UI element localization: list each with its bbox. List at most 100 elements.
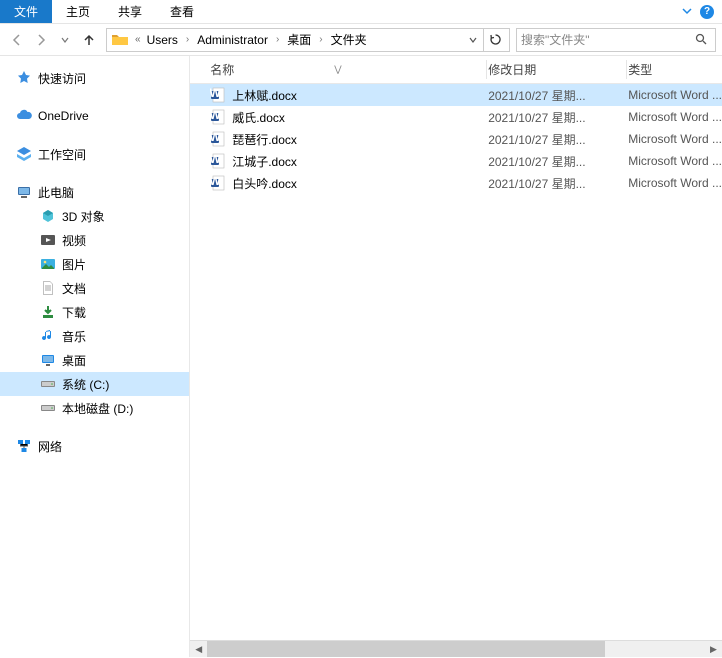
file-row[interactable]: W琵琶行.docx2021/10/27 星期...Microsoft Word … xyxy=(190,128,722,150)
tree-label: 系统 (C:) xyxy=(62,376,109,393)
file-name: 白头吟.docx xyxy=(232,175,488,192)
breadcrumb-segment[interactable]: 桌面 xyxy=(285,31,313,48)
tree-videos[interactable]: 视频 xyxy=(0,228,189,252)
cloud-icon xyxy=(16,108,32,124)
tree-label: 本地磁盘 (D:) xyxy=(62,400,133,417)
back-button[interactable] xyxy=(6,29,28,51)
breadcrumb-segment[interactable]: 文件夹 xyxy=(329,31,369,48)
file-name: 威氏.docx xyxy=(232,109,488,126)
file-list[interactable]: W上林赋.docx2021/10/27 星期...Microsoft Word … xyxy=(190,84,722,657)
svg-text:W: W xyxy=(210,87,221,100)
tree-label: 图片 xyxy=(62,256,86,273)
breadcrumb-segment[interactable]: Administrator xyxy=(195,33,270,47)
word-document-icon: W xyxy=(210,131,226,147)
file-date: 2021/10/27 星期... xyxy=(488,175,628,192)
file-date: 2021/10/27 星期... xyxy=(488,131,628,148)
tree-label: 文档 xyxy=(62,280,86,297)
column-date-header[interactable]: 修改日期 xyxy=(488,61,628,78)
file-row[interactable]: W 威氏.docx2021/10/27 星期...Microsoft Word .… xyxy=(190,106,722,128)
file-row[interactable]: W 上林赋.docx2021/10/27 星期...Microsoft Word … xyxy=(190,84,722,106)
tree-documents[interactable]: 文档 xyxy=(0,276,189,300)
file-date: 2021/10/27 星期... xyxy=(488,109,628,126)
address-dropdown-icon[interactable] xyxy=(465,33,481,47)
tree-workspace[interactable]: 工作空间 xyxy=(0,142,189,166)
file-type: Microsoft Word ... xyxy=(628,110,722,124)
file-name: 琵琶行.docx xyxy=(232,131,488,148)
breadcrumb-root-icon[interactable]: « xyxy=(131,34,145,45)
tree-this-pc[interactable]: 此电脑 xyxy=(0,180,189,204)
tree-label: 3D 对象 xyxy=(62,208,105,225)
horizontal-scrollbar[interactable]: ◀ ▶ xyxy=(190,640,722,657)
drive-icon xyxy=(40,400,56,416)
folder-icon xyxy=(111,31,129,49)
recent-locations-button[interactable] xyxy=(54,29,76,51)
file-name: 江城子.docx xyxy=(232,153,488,170)
word-document-icon: W xyxy=(210,175,226,191)
menu-share[interactable]: 共享 xyxy=(104,0,156,23)
tree-3d-objects[interactable]: 3D 对象 xyxy=(0,204,189,228)
navigation-toolbar: « Users › Administrator › 桌面 › 文件夹 xyxy=(0,24,722,56)
explorer-body: 快速访问 OneDrive 工作空间 此电脑 3D 对象 视频 图片 xyxy=(0,56,722,657)
ribbon-expand-icon[interactable] xyxy=(682,5,692,19)
svg-text:W: W xyxy=(210,109,221,122)
breadcrumb-separator-icon[interactable]: › xyxy=(180,34,195,45)
breadcrumb-segment[interactable]: Users xyxy=(145,33,180,47)
scroll-right-button[interactable]: ▶ xyxy=(705,641,722,658)
star-icon xyxy=(16,70,32,86)
tree-music[interactable]: 音乐 xyxy=(0,324,189,348)
search-input[interactable] xyxy=(521,33,691,47)
address-bar[interactable]: « Users › Administrator › 桌面 › 文件夹 xyxy=(106,28,510,52)
tree-label: OneDrive xyxy=(38,109,89,123)
search-box[interactable] xyxy=(516,28,716,52)
tree-label: 快速访问 xyxy=(38,70,86,87)
tree-label: 网络 xyxy=(38,438,62,455)
forward-button[interactable] xyxy=(30,29,52,51)
workspace-icon xyxy=(16,146,32,162)
menu-file[interactable]: 文件 xyxy=(0,0,52,23)
column-divider[interactable] xyxy=(486,60,487,79)
tree-pictures[interactable]: 图片 xyxy=(0,252,189,276)
tree-label: 此电脑 xyxy=(38,184,74,201)
tree-label: 下载 xyxy=(62,304,86,321)
tree-label: 桌面 xyxy=(62,352,86,369)
column-name-header[interactable]: 名称 ⋁ xyxy=(210,61,488,78)
tree-quick-access[interactable]: 快速访问 xyxy=(0,66,189,90)
cube-icon xyxy=(40,208,56,224)
menu-view[interactable]: 查看 xyxy=(156,0,208,23)
column-name-label: 名称 xyxy=(210,61,234,78)
breadcrumb-separator-icon[interactable]: › xyxy=(270,34,285,45)
pc-icon xyxy=(16,184,32,200)
tree-onedrive[interactable]: OneDrive xyxy=(0,104,189,128)
tree-network[interactable]: 网络 xyxy=(0,434,189,458)
tree-downloads[interactable]: 下载 xyxy=(0,300,189,324)
file-name: 上林赋.docx xyxy=(232,87,488,104)
tree-label: 音乐 xyxy=(62,328,86,345)
tree-drive-d[interactable]: 本地磁盘 (D:) xyxy=(0,396,189,420)
file-type: Microsoft Word ... xyxy=(628,88,722,102)
tree-drive-c[interactable]: 系统 (C:) xyxy=(0,372,189,396)
navigation-pane[interactable]: 快速访问 OneDrive 工作空间 此电脑 3D 对象 视频 图片 xyxy=(0,56,190,657)
up-button[interactable] xyxy=(78,29,100,51)
scroll-left-button[interactable]: ◀ xyxy=(190,641,207,658)
file-row[interactable]: W白头吟.docx2021/10/27 星期...Microsoft Word … xyxy=(190,172,722,194)
video-icon xyxy=(40,232,56,248)
word-document-icon: W xyxy=(210,153,226,169)
menu-home[interactable]: 主页 xyxy=(52,0,104,23)
word-document-icon: W xyxy=(210,87,226,103)
breadcrumb-separator-icon[interactable]: › xyxy=(313,34,328,45)
file-date: 2021/10/27 星期... xyxy=(488,87,628,104)
tree-label: 工作空间 xyxy=(38,146,86,163)
help-icon[interactable]: ? xyxy=(700,5,714,19)
column-divider[interactable] xyxy=(626,60,627,79)
music-icon xyxy=(40,328,56,344)
search-icon[interactable] xyxy=(691,33,711,46)
scroll-track[interactable] xyxy=(207,641,705,657)
scroll-thumb[interactable] xyxy=(207,641,605,657)
svg-text:W: W xyxy=(210,131,221,144)
refresh-button[interactable] xyxy=(483,29,507,51)
tree-desktop[interactable]: 桌面 xyxy=(0,348,189,372)
file-row[interactable]: W江城子.docx2021/10/27 星期...Microsoft Word … xyxy=(190,150,722,172)
word-document-icon: W xyxy=(210,109,226,125)
file-date: 2021/10/27 星期... xyxy=(488,153,628,170)
column-type-header[interactable]: 类型 xyxy=(628,61,722,78)
